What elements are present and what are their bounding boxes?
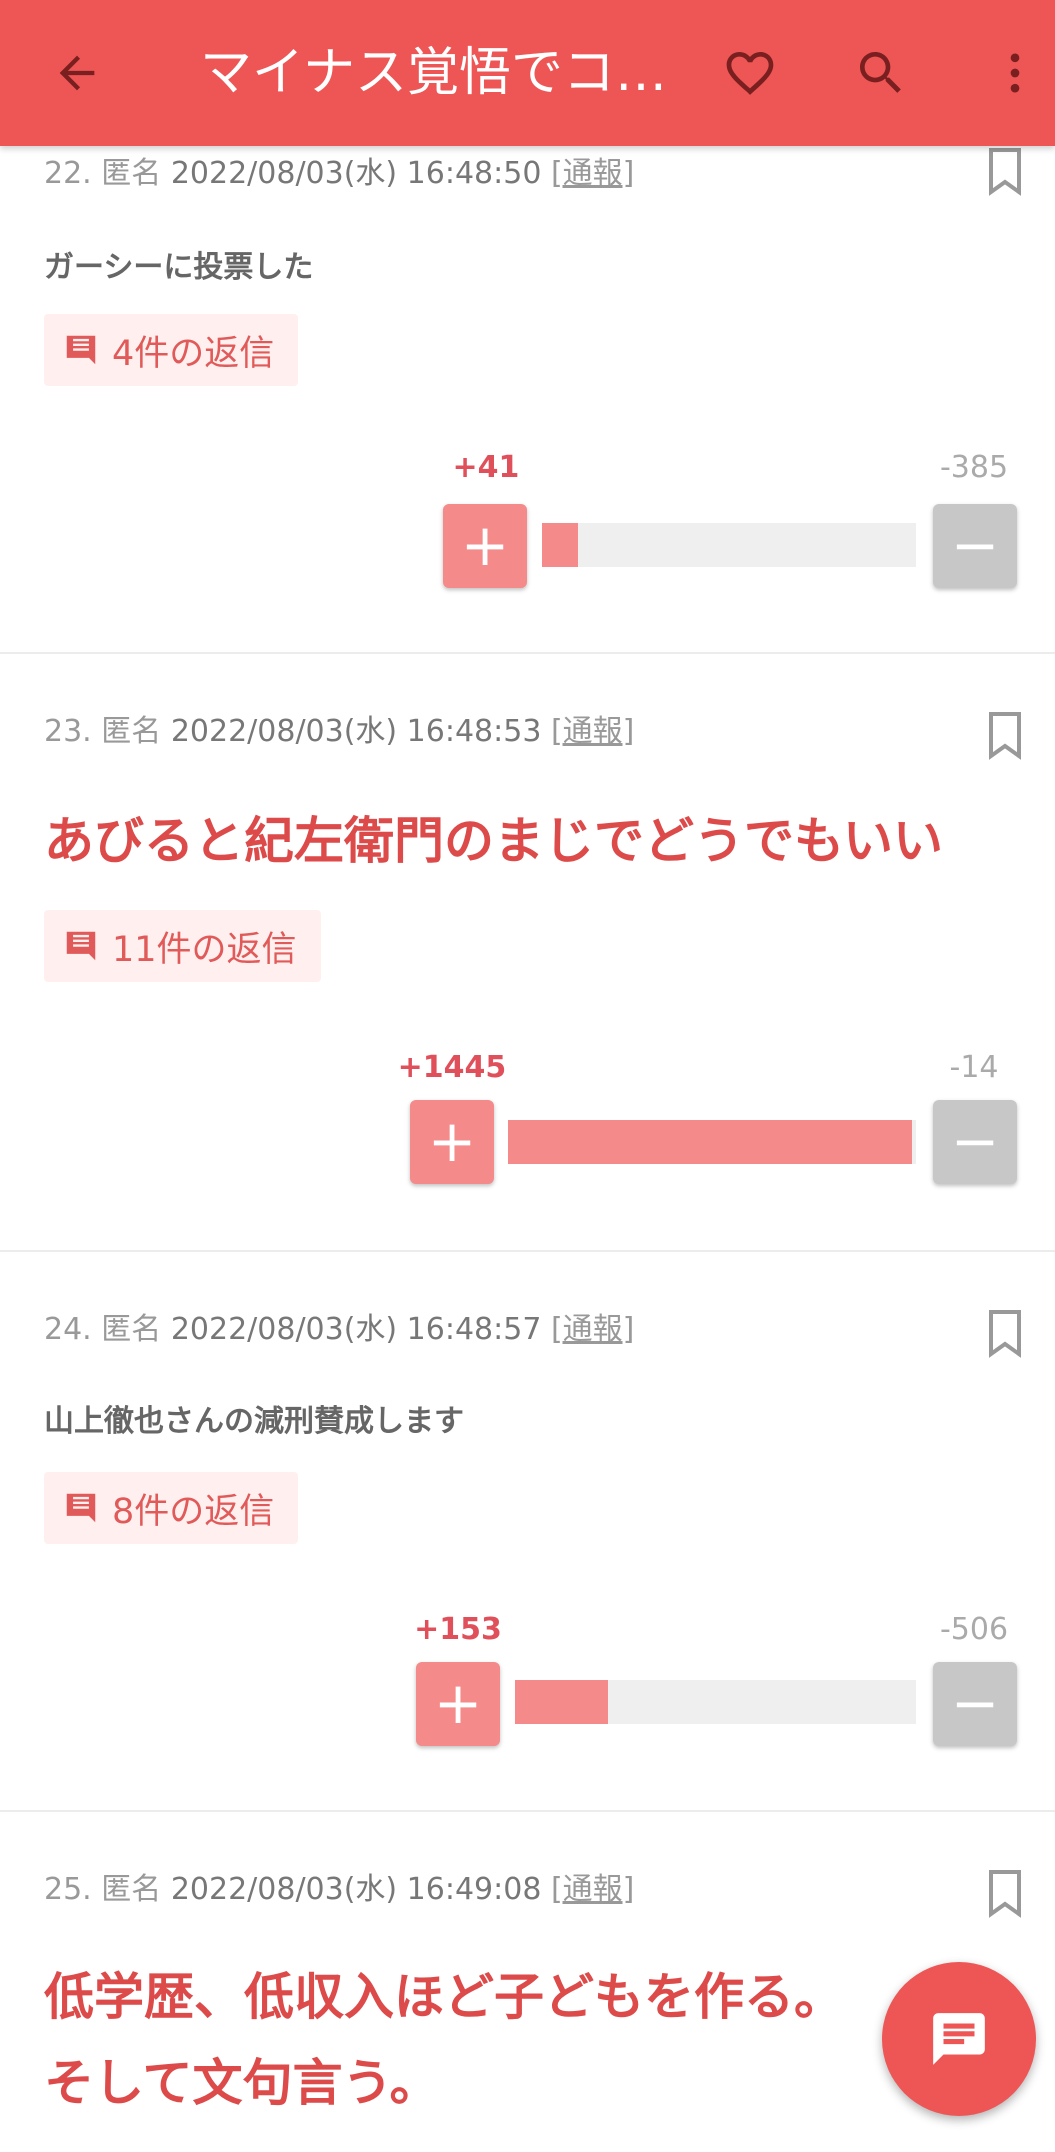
comment-icon [62,331,100,369]
replies-button[interactable]: 11件の返信 [44,910,321,982]
post-comment-button[interactable] [882,1962,1036,2116]
bookmark-icon[interactable] [985,710,1025,760]
minus-vote-button[interactable]: − [933,1662,1017,1746]
comment-icon [62,1489,100,1527]
vote-ratio-bar [542,523,916,567]
comment-meta: 24. 匿名 2022/08/03(水) 16:48:57 [通報] [44,1312,635,1347]
app-bar: マイナス覚悟でコ… [0,0,1055,146]
plus-vote-button[interactable]: + [443,504,527,588]
replies-button[interactable]: 4件の返信 [44,314,299,386]
arrow-back-icon[interactable] [42,38,112,108]
comment-meta: 22. 匿名 2022/08/03(水) 16:48:50 [通報] [44,156,635,191]
bookmark-icon[interactable] [985,146,1025,196]
replies-label: 4件の返信 [112,333,275,374]
comment-item: 22. 匿名 2022/08/03(水) 16:48:50 [通報] ガーシーに… [0,140,1055,654]
plus-count: +41 [452,450,520,485]
comment-icon [62,927,100,965]
more-vert-icon[interactable] [980,38,1050,108]
bookmark-icon[interactable] [985,1308,1025,1358]
minus-vote-button[interactable]: − [933,504,1017,588]
comment-meta: 25. 匿名 2022/08/03(水) 16:49:08 [通報] [44,1872,635,1907]
minus-vote-button[interactable]: − [933,1100,1017,1184]
comment-text: あびると紀左衛門のまじでどうでもいい [44,812,943,870]
page-title: マイナス覚悟でコ… [200,43,667,103]
replies-button[interactable]: 8件の返信 [44,1472,299,1544]
vote-ratio-fill [515,1680,609,1724]
report-link[interactable]: [通報] [551,714,634,749]
minus-count: -506 [939,1612,1009,1647]
replies-label: 8件の返信 [112,1491,275,1532]
replies-label: 11件の返信 [112,929,297,970]
comment-meta: 23. 匿名 2022/08/03(水) 16:48:53 [通報] [44,714,635,749]
vote-ratio-bar [508,1120,916,1164]
minus-count: -14 [949,1050,999,1085]
vote-ratio-bar [515,1680,916,1724]
report-link[interactable]: [通報] [551,156,634,191]
comment-date: 2022/08/03(水) 16:48:53 [170,714,542,749]
comment-item: 24. 匿名 2022/08/03(水) 16:48:57 [通報] 山上徹也さ… [0,1252,1055,1812]
bookmark-icon[interactable] [985,1868,1025,1918]
minus-count: -385 [939,450,1009,485]
comment-date: 2022/08/03(水) 16:49:08 [170,1872,542,1907]
vote-ratio-fill [508,1120,912,1164]
comment-icon [928,2008,990,2070]
report-link[interactable]: [通報] [551,1312,634,1347]
plus-vote-button[interactable]: + [410,1100,494,1184]
comment-text: 山上徹也さんの減刑賛成します [44,1404,464,1439]
plus-count: +153 [414,1612,502,1647]
comment-item: 25. 匿名 2022/08/03(水) 16:49:08 [通報] 低学歴、低… [0,1812,1055,2152]
comment-date: 2022/08/03(水) 16:48:57 [170,1312,542,1347]
comment-item: 23. 匿名 2022/08/03(水) 16:48:53 [通報] あびると紀… [0,654,1055,1252]
report-link[interactable]: [通報] [551,1872,634,1907]
heart-outline-icon[interactable] [715,38,785,108]
search-icon[interactable] [846,38,916,108]
plus-count: +1445 [397,1050,507,1085]
comment-date: 2022/08/03(水) 16:48:50 [170,156,542,191]
comment-text: ガーシーに投票した [44,250,314,285]
plus-vote-button[interactable]: + [416,1662,500,1746]
vote-ratio-fill [542,523,578,567]
